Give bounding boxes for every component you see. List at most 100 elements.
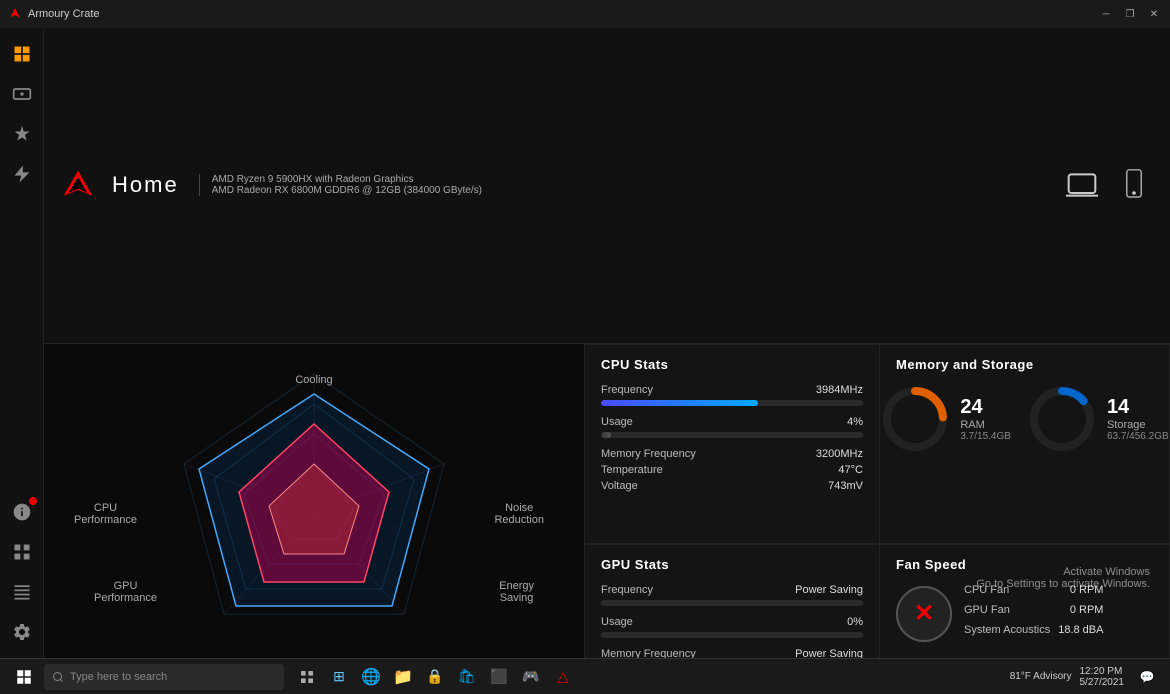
storage-info: 14 Storage 63.7/456.2GB xyxy=(1107,396,1169,442)
taskbar-notification[interactable]: 💬 xyxy=(1132,663,1162,691)
sidebar-item-lighting[interactable] xyxy=(4,116,40,152)
taskbar-armoury[interactable]: △ xyxy=(548,663,578,691)
cpu-temp-value: 47°C xyxy=(838,464,863,476)
radar-chart xyxy=(144,344,484,659)
cpu-temp-label: Temperature xyxy=(601,464,663,476)
memory-storage-panel: Memory and Storage 24 RAM xyxy=(880,344,1170,544)
storage-pct: 14 xyxy=(1107,396,1169,419)
radar-label-cpu: CPUPerformance xyxy=(74,502,137,526)
gpu-freq-label: Frequency xyxy=(601,584,653,596)
sidebar-item-home[interactable] xyxy=(4,36,40,72)
taskbar-search-box[interactable]: Type here to search xyxy=(44,664,284,690)
sidebar-item-updates[interactable] xyxy=(4,494,40,530)
taskbar-temp: 81°F Advisory xyxy=(1010,671,1072,682)
rog-logo xyxy=(60,167,96,203)
ram-gauge-svg xyxy=(880,384,950,454)
cpu-usage-row: Usage 4% xyxy=(601,416,863,428)
main-content: Home AMD Ryzen 9 5900HX with Radeon Grap… xyxy=(44,28,1170,658)
gpu-freq-row: Frequency Power Saving xyxy=(601,584,863,596)
cpu-temp-row: Temperature 47°C xyxy=(601,464,863,476)
app-body: Home AMD Ryzen 9 5900HX with Radeon Grap… xyxy=(0,28,1170,658)
fan-speed-title: Fan Speed xyxy=(896,557,1153,572)
title-bar: Armoury Crate ─ ❐ ✕ xyxy=(0,0,1170,28)
storage-sub: 63.7/456.2GB xyxy=(1107,431,1169,442)
sidebar-item-tools[interactable] xyxy=(4,534,40,570)
acoustics-value: 18.8 dBA xyxy=(1058,624,1103,636)
app-title: Armoury Crate xyxy=(28,8,100,20)
storage-gauge-svg xyxy=(1027,384,1097,454)
restore-button[interactable]: ❐ xyxy=(1122,6,1138,22)
gauge-row: 24 RAM 3.7/15.4GB xyxy=(896,384,1153,454)
header: Home AMD Ryzen 9 5900HX with Radeon Grap… xyxy=(44,28,1170,344)
top-row: CPU Stats Frequency 3984MHz Usage 4% xyxy=(584,344,1170,544)
gpu-memfreq-value: Power Saving xyxy=(795,648,863,659)
ram-pct: 24 xyxy=(960,396,1011,419)
radar-label-cooling: Cooling xyxy=(295,374,332,386)
windows-logo xyxy=(15,668,33,686)
radar-label-gpu: GPUPerformance xyxy=(94,580,157,604)
notification-badge xyxy=(29,497,37,505)
cpu-volt-value: 743mV xyxy=(828,480,863,492)
content-body: Cooling NoiseReduction EnergySaving GPUP… xyxy=(44,344,1170,659)
memory-storage-title: Memory and Storage xyxy=(896,357,1153,372)
taskbar: Type here to search ⊞ 🌐 📁 🔒 🛍 ⬛ 🎮 △ 81°F… xyxy=(0,658,1170,694)
taskbar-start-button[interactable] xyxy=(8,663,40,691)
taskbar-right: 81°F Advisory 12:20 PM 5/27/2021 💬 xyxy=(1010,663,1162,691)
gpu-usage-bar xyxy=(601,632,863,638)
cpu-fan-row: CPU Fan 0 RPM xyxy=(964,584,1103,596)
cpu-volt-row: Voltage 743mV xyxy=(601,480,863,492)
taskbar-explorer[interactable]: 📁 xyxy=(388,663,418,691)
sidebar-item-catalog[interactable] xyxy=(4,574,40,610)
phone-icon[interactable] xyxy=(1114,165,1154,205)
search-placeholder: Type here to search xyxy=(70,671,167,683)
fan-speed-panel: Fan Speed ✕ CPU Fan 0 RPM GPU Fan 0 xyxy=(880,544,1170,659)
cpu-memfreq-label: Memory Frequency xyxy=(601,448,696,460)
storage-gauge: 14 Storage 63.7/456.2GB xyxy=(1027,384,1169,454)
minimize-button[interactable]: ─ xyxy=(1098,6,1114,22)
app-icon xyxy=(8,7,22,21)
cpu-stats-panel: CPU Stats Frequency 3984MHz Usage 4% xyxy=(584,344,880,544)
cpu-usage-fill xyxy=(601,432,611,438)
gpu-usage-row: Usage 0% xyxy=(601,616,863,628)
sidebar-item-scenario[interactable] xyxy=(4,156,40,192)
taskbar-shield[interactable]: 🔒 xyxy=(420,663,450,691)
gpu-fan-value: 0 RPM xyxy=(1070,604,1104,616)
taskbar-xbox[interactable]: 🎮 xyxy=(516,663,546,691)
cpu-usage-label: Usage xyxy=(601,416,633,428)
taskbar-widgets[interactable]: ⊞ xyxy=(324,663,354,691)
taskbar-app1[interactable]: ⬛ xyxy=(484,663,514,691)
gpu-info: AMD Radeon RX 6800M GDDR6 @ 12GB (384000… xyxy=(212,185,482,196)
radar-panel: Cooling NoiseReduction EnergySaving GPUP… xyxy=(44,344,584,659)
gpu-memfreq-label: Memory Frequency xyxy=(601,648,696,659)
ram-info: 24 RAM 3.7/15.4GB xyxy=(960,396,1011,442)
acoustics-row: System Acoustics 18.8 dBA xyxy=(964,624,1103,636)
cpu-freq-bar xyxy=(601,400,863,406)
taskbar-taskview[interactable] xyxy=(292,663,322,691)
acoustics-label: System Acoustics xyxy=(964,624,1050,636)
cpu-volt-label: Voltage xyxy=(601,480,638,492)
cpu-memfreq-value: 3200MHz xyxy=(816,448,863,460)
gpu-stats-title: GPU Stats xyxy=(601,557,863,572)
cpu-freq-value: 3984MHz xyxy=(816,384,863,396)
cpu-fan-label: CPU Fan xyxy=(964,584,1009,596)
close-button[interactable]: ✕ xyxy=(1146,6,1162,22)
cpu-freq-row: Frequency 3984MHz xyxy=(601,384,863,396)
taskview-icon xyxy=(299,669,315,685)
cpu-info: AMD Ryzen 9 5900HX with Radeon Graphics xyxy=(212,174,482,185)
header-right xyxy=(1062,165,1154,205)
cpu-freq-fill xyxy=(601,400,758,406)
ram-sub: 3.7/15.4GB xyxy=(960,431,1011,442)
laptop-icon[interactable] xyxy=(1062,165,1102,205)
sidebar-item-devices[interactable] xyxy=(4,76,40,112)
taskbar-pinned-icons: ⊞ 🌐 📁 🔒 🛍 ⬛ 🎮 △ xyxy=(292,663,578,691)
header-info: AMD Ryzen 9 5900HX with Radeon Graphics … xyxy=(199,174,482,196)
cpu-memfreq-row: Memory Frequency 3200MHz xyxy=(601,448,863,460)
gpu-fan-label: GPU Fan xyxy=(964,604,1010,616)
sidebar xyxy=(0,28,44,658)
gpu-stats-panel: GPU Stats Frequency Power Saving Usage 0… xyxy=(584,544,880,659)
taskbar-edge[interactable]: 🌐 xyxy=(356,663,386,691)
sidebar-item-settings[interactable] xyxy=(4,614,40,650)
gpu-freq-bar xyxy=(601,600,863,606)
taskbar-store[interactable]: 🛍 xyxy=(452,663,482,691)
middle-row: GPU Stats Frequency Power Saving Usage 0… xyxy=(584,544,1170,659)
